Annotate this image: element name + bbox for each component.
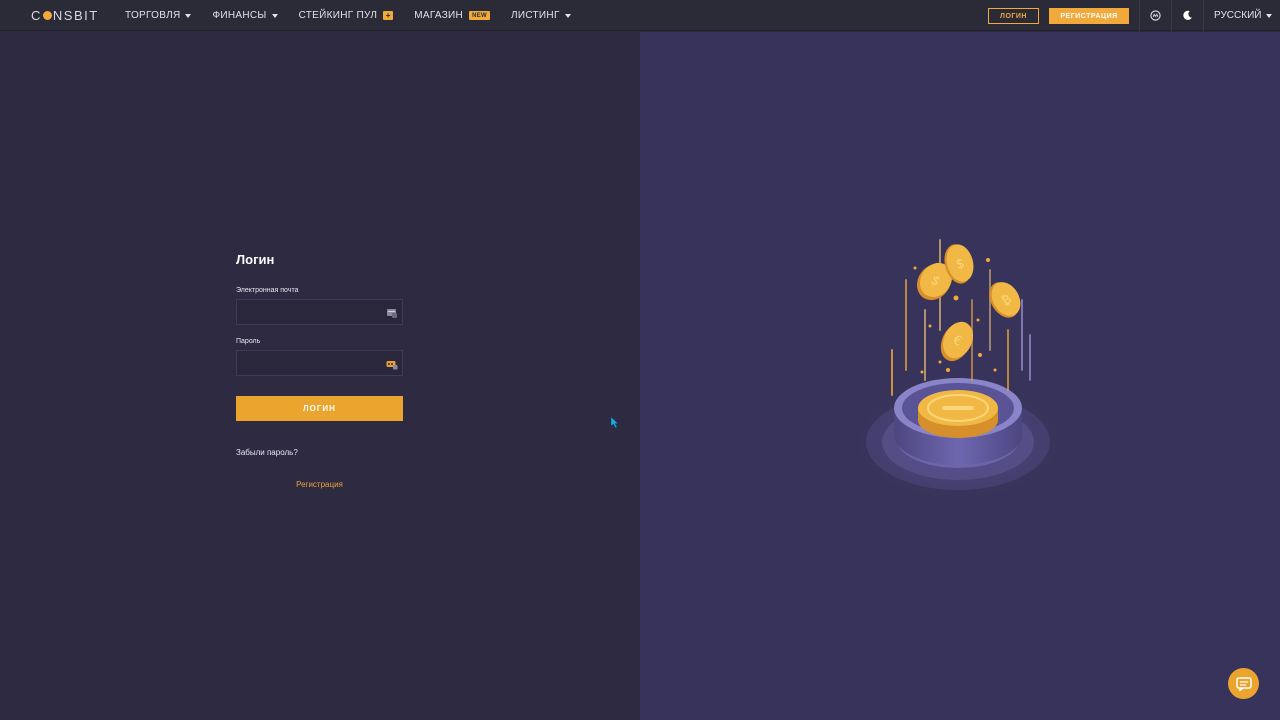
plus-badge: + bbox=[383, 11, 394, 20]
autofill-card-icon[interactable] bbox=[386, 307, 398, 319]
email-input[interactable] bbox=[237, 300, 402, 324]
nav-item-staking-pool[interactable]: СТЕЙКИНГ ПУЛ + bbox=[299, 10, 394, 21]
chevron-down-icon bbox=[271, 13, 278, 18]
nav-item-finance[interactable]: ФИНАНСЫ bbox=[212, 10, 278, 21]
nav-item-listing[interactable]: ЛИСТИНГ bbox=[511, 10, 571, 21]
nav-item-trading[interactable]: ТОРГОВЛЯ bbox=[125, 10, 192, 21]
header-register-button[interactable]: РЕГИСТРАЦИЯ bbox=[1049, 8, 1129, 24]
email-field[interactable] bbox=[236, 299, 403, 325]
chat-icon bbox=[1235, 676, 1252, 691]
chevron-down-icon bbox=[185, 13, 192, 18]
chevron-down-icon bbox=[564, 13, 571, 18]
password-label: Пароль bbox=[236, 338, 261, 345]
moon-icon[interactable] bbox=[1172, 0, 1202, 31]
mouse-cursor-icon bbox=[611, 417, 619, 428]
top-navbar: C NSBIT ТОРГОВЛЯ ФИНАНСЫ СТЕЙКИНГ ПУЛ + М… bbox=[0, 0, 1280, 31]
chevron-down-icon bbox=[1266, 13, 1273, 18]
password-key-icon[interactable] bbox=[386, 358, 398, 370]
password-field[interactable] bbox=[236, 350, 403, 376]
email-label: Электронная почта bbox=[236, 287, 299, 294]
language-selector[interactable]: РУССКИЙ bbox=[1214, 0, 1273, 31]
main-menu: ТОРГОВЛЯ ФИНАНСЫ СТЕЙКИНГ ПУЛ + МАГАЗИН … bbox=[125, 0, 592, 31]
forgot-password-link[interactable]: Забыли пароль? bbox=[236, 448, 298, 457]
nav-divider bbox=[1203, 0, 1204, 31]
chat-button[interactable] bbox=[1228, 668, 1259, 699]
login-button[interactable]: ЛОГИН bbox=[236, 396, 403, 421]
nav-item-shop[interactable]: МАГАЗИН NEW bbox=[414, 10, 490, 21]
password-input[interactable] bbox=[237, 351, 402, 375]
coinmarketcap-icon[interactable] bbox=[1140, 0, 1170, 31]
consbit-logo[interactable]: C NSBIT bbox=[31, 8, 99, 23]
logo-coin-icon bbox=[42, 11, 52, 20]
coins-illustration: $ $ ₿ € bbox=[846, 239, 1070, 504]
new-badge: NEW bbox=[469, 11, 490, 20]
header-login-button[interactable]: ЛОГИН bbox=[988, 8, 1039, 24]
login-panel bbox=[0, 32, 640, 720]
register-link[interactable]: Регистрация bbox=[236, 480, 403, 489]
page-title: Логин bbox=[236, 252, 275, 267]
